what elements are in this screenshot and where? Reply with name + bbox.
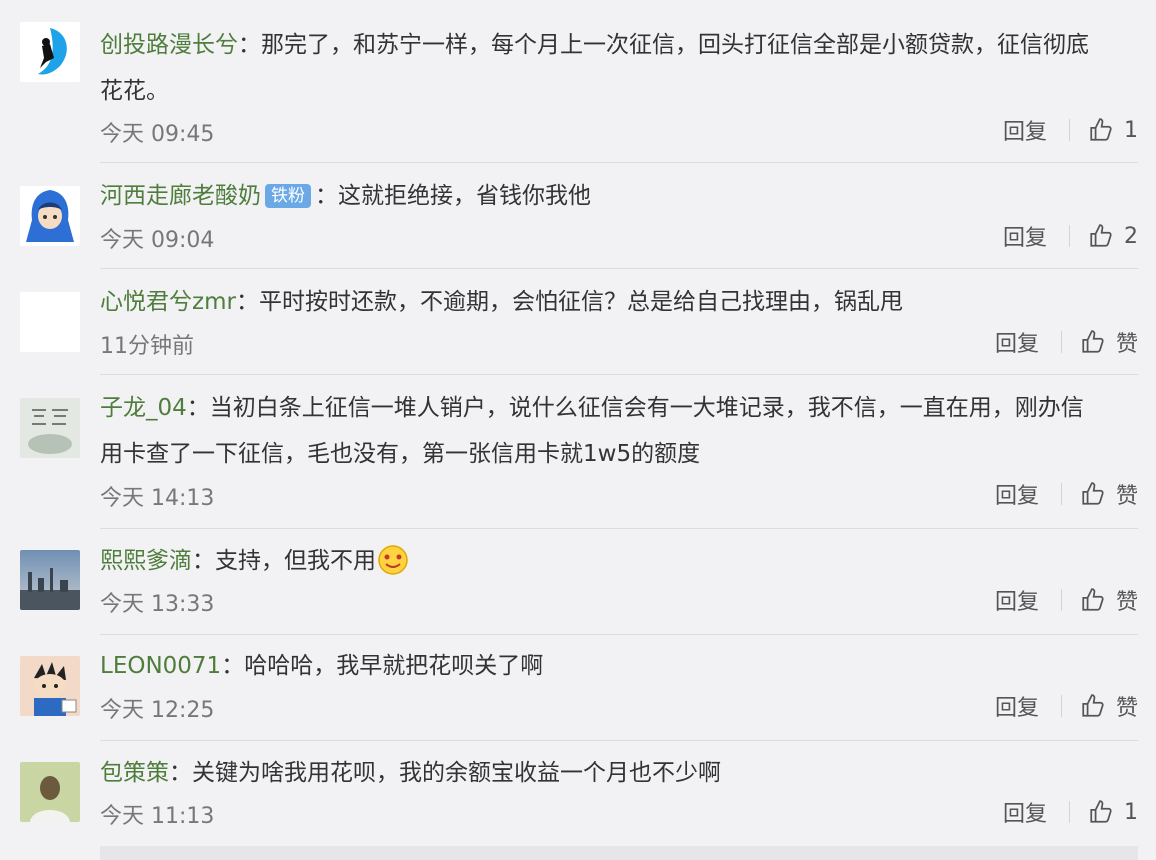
reply-button[interactable]: 回复 <box>1003 114 1047 146</box>
username-link[interactable]: 心悦君兮zmr <box>100 289 236 315</box>
comment-text-continued: 花花。 <box>100 78 169 104</box>
comment-meta: 今天 12:25 回复 赞 <box>100 686 1138 726</box>
username-link[interactable]: 创投路漫长兮 <box>100 32 238 58</box>
avatar[interactable] <box>20 656 80 716</box>
like-button[interactable]: 2 <box>1088 223 1138 249</box>
thumbs-up-icon <box>1082 694 1104 717</box>
like-button[interactable]: 赞 <box>1080 326 1138 358</box>
like-button[interactable]: 1 <box>1088 117 1138 143</box>
like-count: 1 <box>1124 117 1138 143</box>
divider <box>100 634 1138 635</box>
divider <box>1060 589 1062 611</box>
divider <box>100 374 1138 375</box>
comment-text: 创投路漫长兮：那完了，和苏宁一样，每个月上一次征信，回头打征信全部是小额贷款，征… <box>100 32 1089 58</box>
timestamp: 今天 12:25 <box>100 698 215 723</box>
like-button[interactable]: 赞 <box>1080 690 1138 722</box>
reply-button[interactable]: 回复 <box>1003 220 1047 252</box>
divider <box>1069 119 1070 141</box>
comment-text: 包策策：关键为啥我用花呗，我的余额宝收益一个月也不少啊 <box>100 760 721 786</box>
comment-text: 河西走廊老酸奶 铁粉 ：这就拒绝接，省钱你我他 <box>100 183 591 209</box>
avatar[interactable] <box>20 550 80 610</box>
comment-meta: 今天 09:04 回复 2 <box>100 216 1138 256</box>
like-count: 2 <box>1124 223 1138 249</box>
comment-meta: 今天 11:13 回复 1 <box>100 792 1138 832</box>
avatar[interactable] <box>20 762 80 822</box>
divider <box>1060 483 1062 505</box>
divider <box>100 740 1138 741</box>
comment-meta: 今天 09:45 回复 1 <box>100 110 1138 150</box>
divider <box>1060 695 1062 717</box>
comment-text-continued: 用卡查了一下征信，毛也没有，第一张信用卡就1w5的额度 <box>100 441 701 467</box>
avatar[interactable] <box>20 186 80 246</box>
smile-emoji-icon <box>378 545 408 575</box>
like-button[interactable]: 赞 <box>1080 584 1138 616</box>
like-count: 赞 <box>1115 696 1138 721</box>
username-link[interactable]: LEON0071 <box>100 653 221 679</box>
comment-meta: 今天 13:33 回复 赞 <box>100 580 1138 620</box>
timestamp: 11分钟前 <box>100 334 194 359</box>
thumbs-up-icon <box>1082 588 1104 611</box>
username-link[interactable]: 河西走廊老酸奶 <box>100 183 261 209</box>
reply-button[interactable]: 回复 <box>995 478 1039 510</box>
comment-text: LEON0071：哈哈哈，我早就把花呗关了啊 <box>100 653 544 679</box>
timestamp: 今天 13:33 <box>100 592 215 617</box>
reply-button[interactable]: 回复 <box>995 690 1039 722</box>
timestamp: 今天 09:45 <box>100 122 215 147</box>
reply-button[interactable]: 回复 <box>995 326 1039 358</box>
like-button[interactable]: 1 <box>1088 799 1138 825</box>
like-count: 赞 <box>1115 590 1138 615</box>
divider <box>1069 801 1070 823</box>
username-link[interactable]: 熙熙爹滴 <box>100 548 192 574</box>
thumbs-up-icon <box>1090 118 1112 141</box>
divider <box>1060 331 1062 353</box>
comment-text: 心悦君兮zmr：平时按时还款，不逾期，会怕征信？总是给自己找理由，锅乱甩 <box>100 289 903 315</box>
like-count: 赞 <box>1115 484 1138 509</box>
thumbs-up-icon <box>1090 800 1112 823</box>
divider <box>100 162 1138 163</box>
timestamp: 今天 11:13 <box>100 804 215 829</box>
thumbs-up-icon <box>1082 330 1104 353</box>
like-count: 赞 <box>1115 332 1138 357</box>
like-count: 1 <box>1124 799 1138 825</box>
divider <box>100 528 1138 529</box>
timestamp: 今天 09:04 <box>100 228 215 253</box>
username-link[interactable]: 子龙_04 <box>100 395 187 421</box>
comment-meta: 今天 14:13 回复 赞 <box>100 474 1138 514</box>
avatar[interactable] <box>20 398 80 458</box>
comment-text: 子龙_04：当初白条上征信一堆人销户，说什么征信会有一大堆记录，我不信，一直在用… <box>100 395 1084 421</box>
divider <box>100 268 1138 269</box>
comment-text: 熙熙爹滴：支持，但我不用 <box>100 538 1134 584</box>
avatar[interactable] <box>20 292 80 352</box>
fan-badge[interactable]: 铁粉 <box>265 184 311 208</box>
thumbs-up-icon <box>1090 224 1112 247</box>
reply-button[interactable]: 回复 <box>995 584 1039 616</box>
avatar[interactable] <box>20 22 80 82</box>
reply-button[interactable]: 回复 <box>1003 796 1047 828</box>
load-more-bar[interactable] <box>100 846 1138 860</box>
comment-list: 创投路漫长兮：那完了，和苏宁一样，每个月上一次征信，回头打征信全部是小额贷款，征… <box>0 0 1156 860</box>
username-link[interactable]: 包策策 <box>100 760 169 786</box>
like-button[interactable]: 赞 <box>1080 478 1138 510</box>
comment-meta: 11分钟前 回复 赞 <box>100 322 1138 362</box>
divider <box>1069 225 1070 247</box>
timestamp: 今天 14:13 <box>100 486 215 511</box>
thumbs-up-icon <box>1082 482 1104 505</box>
